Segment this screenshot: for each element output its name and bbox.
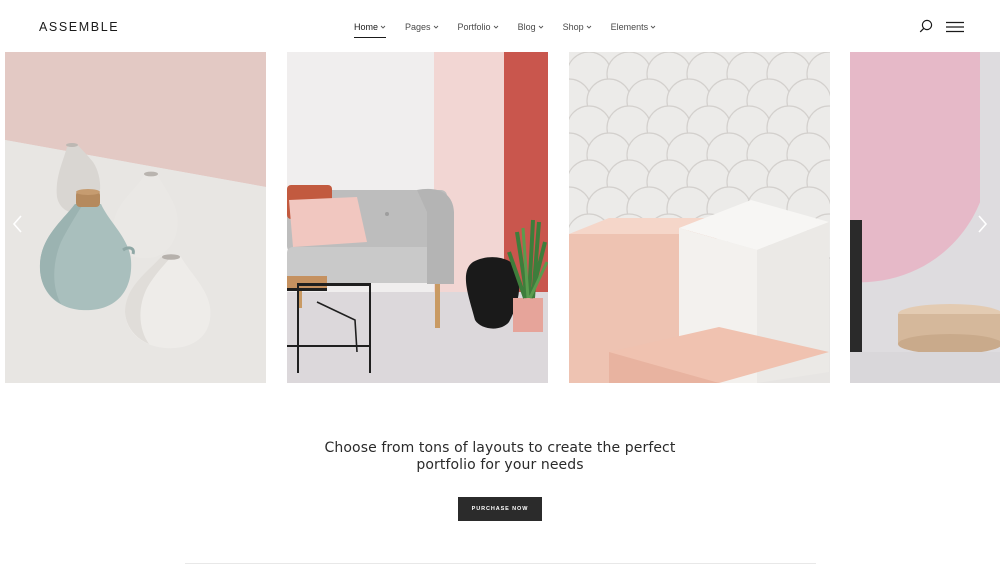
chevron-left-icon [12, 215, 22, 233]
nav-item-label: Pages [405, 22, 431, 32]
chevron-down-icon [493, 25, 498, 29]
nav-item-blog[interactable]: Blog [518, 20, 544, 34]
search-button[interactable] [918, 18, 934, 34]
hamburger-icon [946, 21, 964, 33]
nav-item-label: Shop [562, 22, 584, 32]
slide-wall-tiles[interactable] [569, 52, 830, 383]
site-logo[interactable]: ASSEMBLE [39, 20, 119, 34]
purchase-now-button[interactable]: PURCHASE NOW [458, 497, 542, 521]
tagline: Choose from tons of layouts to create th… [0, 440, 1000, 474]
nav-item-pages[interactable]: Pages [405, 20, 439, 34]
chevron-down-icon [433, 25, 438, 29]
wall-tiles-image [569, 52, 830, 383]
nav-item-label: Blog [517, 22, 536, 32]
slider-next-button[interactable] [975, 214, 989, 234]
nav-item-label: Portfolio [457, 22, 491, 32]
chevron-down-icon [586, 25, 591, 29]
site-header: ASSEMBLE Home Pages Portfolio Blog Shop … [0, 0, 1000, 52]
chevron-right-icon [978, 215, 988, 233]
chevron-down-icon [650, 25, 656, 29]
tagline-line-2: portfolio for your needs [416, 457, 584, 473]
tagline-line-1: Choose from tons of layouts to create th… [324, 440, 676, 456]
chevron-down-icon [380, 25, 386, 29]
nav-item-home[interactable]: Home [354, 20, 387, 38]
section-divider [185, 563, 816, 564]
sofa-image [287, 52, 548, 383]
slide-vases[interactable] [5, 52, 266, 383]
menu-button[interactable] [946, 20, 964, 33]
slide-sofa[interactable] [287, 52, 548, 383]
portfolio-slider [0, 52, 1000, 384]
nav-item-label: Home [354, 22, 379, 32]
vases-image [5, 52, 266, 383]
slider-prev-button[interactable] [11, 214, 25, 234]
nav-item-elements[interactable]: Elements [611, 20, 657, 34]
main-nav: Home Pages Portfolio Blog Shop Elements [354, 20, 675, 38]
chevron-down-icon [538, 25, 543, 29]
nav-item-shop[interactable]: Shop [563, 20, 592, 34]
nav-item-portfolio[interactable]: Portfolio [458, 20, 499, 34]
nav-item-label: Elements [610, 22, 649, 32]
search-icon [919, 19, 933, 33]
